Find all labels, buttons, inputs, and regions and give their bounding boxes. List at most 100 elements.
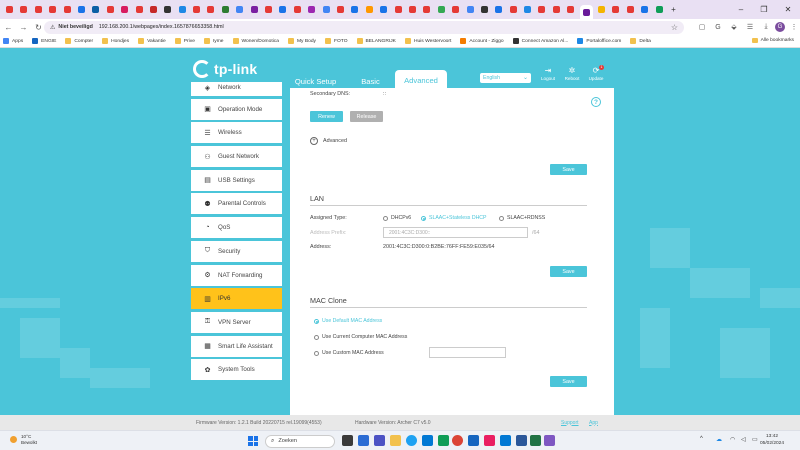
browser-tab[interactable] bbox=[654, 4, 665, 15]
browser-tab[interactable] bbox=[421, 4, 432, 15]
bookmark-item[interactable]: ENGIE bbox=[32, 38, 56, 44]
sidebar-item-guest-network[interactable]: ⚇ Guest Network bbox=[191, 146, 282, 168]
sidebar-item-ipv6[interactable]: ▥ IPv6 bbox=[191, 288, 282, 310]
sidebar-item-smart-life-assistant[interactable]: ▦ Smart Life Assistant bbox=[191, 335, 282, 357]
advanced-toggle[interactable]: + Advanced bbox=[310, 137, 347, 145]
bookmark-item[interactable]: Account - Ziggo bbox=[460, 38, 504, 44]
task-view-icon[interactable] bbox=[342, 435, 353, 446]
browser-tab[interactable] bbox=[277, 4, 288, 15]
browser-tab[interactable] bbox=[162, 4, 173, 15]
browser-tab[interactable] bbox=[191, 4, 202, 15]
reading-list-icon[interactable]: ☰ bbox=[744, 19, 756, 35]
radio-dhcpv6[interactable]: DHCPv6 bbox=[383, 215, 411, 221]
browser-tab[interactable] bbox=[596, 4, 607, 15]
save-button-3[interactable]: Save bbox=[550, 376, 587, 387]
all-bookmarks[interactable]: Alle bookmarks bbox=[751, 38, 794, 43]
browser-tab[interactable] bbox=[4, 4, 15, 15]
save-button-2[interactable]: Save bbox=[550, 266, 587, 277]
profile-square-icon[interactable]: ▢ bbox=[696, 19, 708, 35]
browser-tab[interactable] bbox=[18, 4, 29, 15]
browser-tab[interactable] bbox=[33, 4, 44, 15]
browser-tab[interactable] bbox=[292, 4, 303, 15]
sidebar-item-parental-controls[interactable]: ⚉ Parental Controls bbox=[191, 193, 282, 215]
radio-slaac-stateless-dhcp[interactable]: SLAAC+Stateless DHCP bbox=[421, 215, 487, 221]
browser-tab[interactable] bbox=[62, 4, 73, 15]
bookmark-item[interactable]: Iyme bbox=[203, 38, 224, 44]
browser-tab[interactable] bbox=[177, 4, 188, 15]
sidebar-item-operation-mode[interactable]: ▣ Operation Mode bbox=[191, 98, 282, 120]
browser-tab[interactable] bbox=[335, 4, 346, 15]
release-button[interactable]: Release bbox=[350, 111, 383, 122]
app-link[interactable]: App bbox=[589, 420, 598, 426]
word-icon[interactable] bbox=[516, 435, 527, 446]
bookmark-item[interactable]: Delta bbox=[630, 38, 651, 44]
browser-tab[interactable] bbox=[551, 4, 562, 15]
download-icon[interactable]: ⤓ bbox=[760, 19, 772, 35]
browser-tab[interactable] bbox=[378, 4, 389, 15]
taskbar-search[interactable]: ⌕ Zoeken bbox=[265, 434, 335, 448]
edge-icon[interactable] bbox=[406, 435, 417, 446]
bookmark-item[interactable]: Prive bbox=[174, 38, 195, 44]
bookmark-item[interactable]: Vakantie bbox=[138, 38, 166, 44]
bookmark-item[interactable]: Huis Westervoort bbox=[404, 38, 451, 44]
bookmark-item[interactable]: Apps bbox=[3, 38, 23, 44]
sidebar-item-vpn-server[interactable]: ⚿ VPN Server bbox=[191, 311, 282, 333]
onedrive-icon[interactable]: ☁ bbox=[716, 436, 722, 443]
back-icon[interactable]: ← bbox=[2, 21, 15, 34]
bookmark-item[interactable]: Portaloffice.com bbox=[577, 38, 621, 44]
file-explorer-icon[interactable] bbox=[390, 435, 401, 446]
minimize-icon[interactable]: – bbox=[729, 0, 753, 19]
address-prefix-input[interactable]: 2001:4C3C:D300:: bbox=[383, 227, 528, 238]
wifi-icon[interactable]: ◠ bbox=[730, 436, 735, 443]
custom-mac-input[interactable] bbox=[429, 347, 506, 358]
browser-tab[interactable] bbox=[579, 5, 593, 19]
volume-icon[interactable]: ◁ bbox=[741, 436, 746, 443]
browser-tab[interactable] bbox=[493, 4, 504, 15]
bookmark-item[interactable]: Hondjes bbox=[102, 38, 129, 44]
extensions-icon[interactable]: ⬙ bbox=[728, 19, 740, 35]
store-icon[interactable] bbox=[422, 435, 433, 446]
browser-tab[interactable] bbox=[205, 4, 216, 15]
google-icon[interactable]: G bbox=[712, 19, 724, 35]
browser-tab[interactable] bbox=[263, 4, 274, 15]
help-icon[interactable]: ? bbox=[591, 97, 601, 107]
maximize-icon[interactable]: ❐ bbox=[752, 0, 776, 19]
browser-tab[interactable] bbox=[639, 4, 650, 15]
language-select[interactable]: English ⌄ bbox=[480, 73, 531, 83]
bookmark-item[interactable]: Connect Amazon Al... bbox=[512, 38, 568, 44]
sidebar-item-system-tools[interactable]: ✿ System Tools bbox=[191, 359, 282, 381]
bookmark-item[interactable]: Compter bbox=[65, 38, 93, 44]
reboot-button[interactable]: ✲ Reboot bbox=[559, 66, 585, 81]
browser-tab[interactable] bbox=[536, 4, 547, 15]
address-bar[interactable]: ⚠ Niet beveiligd 192.168.200.1/webpages/… bbox=[44, 20, 684, 34]
browser-tab[interactable] bbox=[565, 4, 576, 15]
browser-tab[interactable] bbox=[349, 4, 360, 15]
browser-tab[interactable] bbox=[465, 4, 476, 15]
browser-tab[interactable] bbox=[407, 4, 418, 15]
support-link[interactable]: Support bbox=[561, 420, 579, 426]
tab-advanced[interactable]: Advanced bbox=[395, 70, 447, 90]
profile-avatar[interactable]: G bbox=[774, 19, 786, 35]
save-button-1[interactable]: Save bbox=[550, 164, 587, 175]
teams-icon[interactable] bbox=[374, 435, 385, 446]
radio-custom-mac[interactable]: Use Custom MAC Address bbox=[314, 350, 384, 356]
browser-tab[interactable] bbox=[76, 4, 87, 15]
browser-tab[interactable] bbox=[306, 4, 317, 15]
app-icon[interactable] bbox=[438, 435, 449, 446]
chevron-up-icon[interactable]: ^ bbox=[700, 436, 703, 442]
sidebar-item-nat-forwarding[interactable]: ⚙ NAT Forwarding bbox=[191, 264, 282, 286]
sidebar-item-usb-settings[interactable]: ▤ USB Settings bbox=[191, 169, 282, 191]
browser-tab[interactable] bbox=[393, 4, 404, 15]
radio-current-computer-mac[interactable]: Use Current Computer MAC Address bbox=[314, 334, 407, 340]
browser-tab[interactable] bbox=[249, 4, 260, 15]
browser-tab[interactable] bbox=[321, 4, 332, 15]
browser-tab[interactable] bbox=[90, 4, 101, 15]
close-window-icon[interactable]: ✕ bbox=[776, 0, 800, 19]
sidebar-item-security[interactable]: ⛉ Security bbox=[191, 240, 282, 262]
outlook-icon[interactable] bbox=[468, 435, 479, 446]
browser-tab[interactable] bbox=[105, 4, 116, 15]
browser-tab[interactable] bbox=[220, 4, 231, 15]
radio-default-mac[interactable]: Use Default MAC Address bbox=[314, 318, 382, 324]
mail-icon[interactable] bbox=[500, 435, 511, 446]
sidebar-item-wireless[interactable]: ☰ Wireless bbox=[191, 122, 282, 144]
